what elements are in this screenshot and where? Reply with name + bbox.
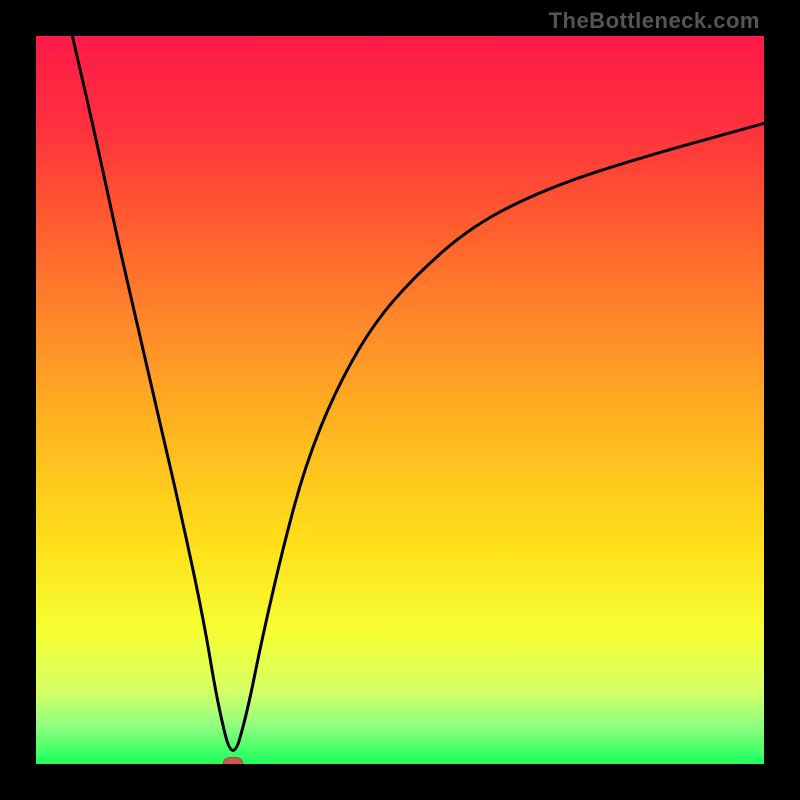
bottleneck-curve [36,36,764,764]
watermark-text: TheBottleneck.com [549,8,760,34]
balanced-point-marker [223,757,243,764]
chart-frame: TheBottleneck.com [0,0,800,800]
plot-area [36,36,764,764]
